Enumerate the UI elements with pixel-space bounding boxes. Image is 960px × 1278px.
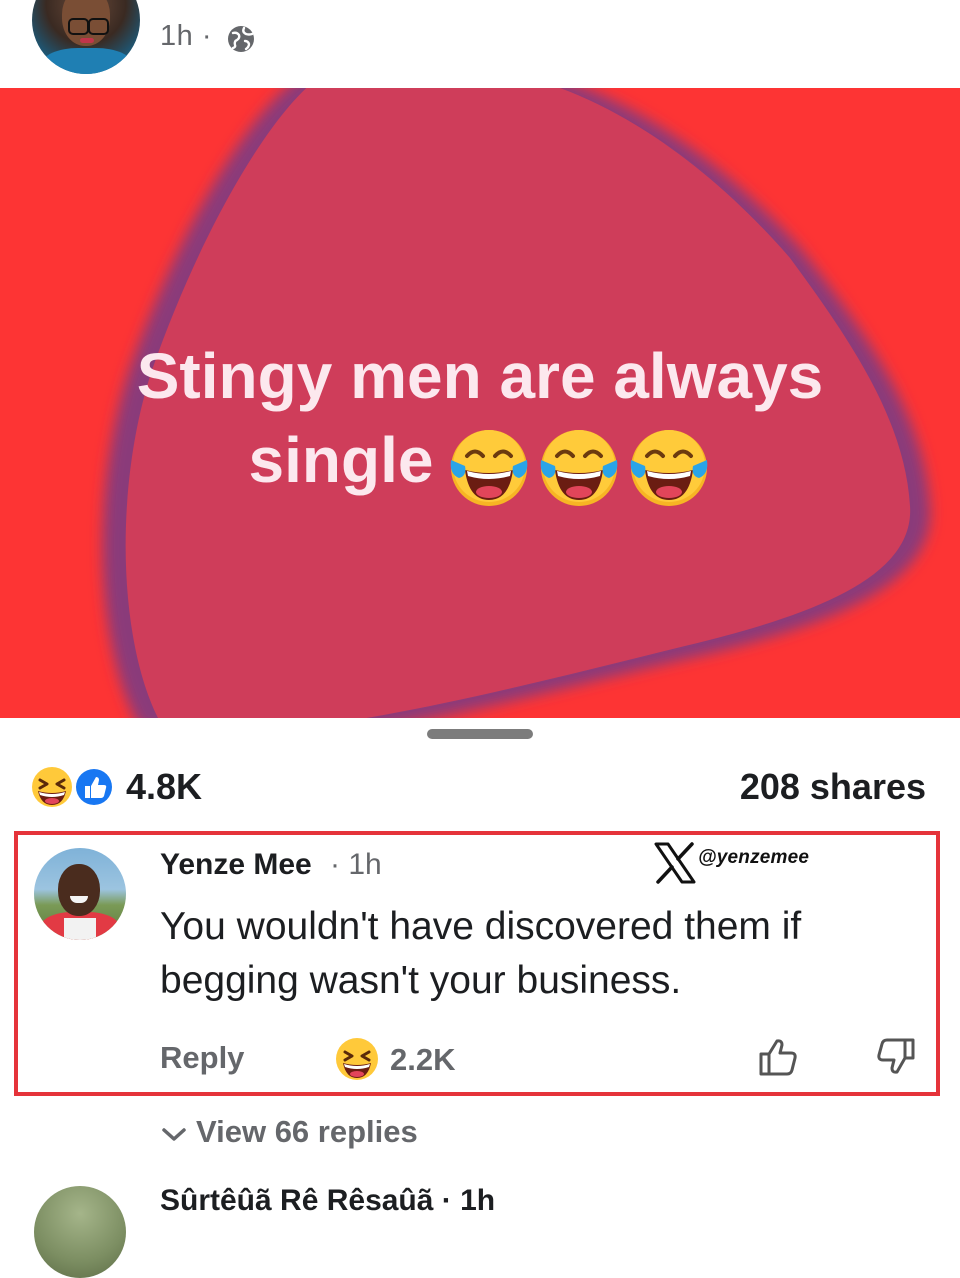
view-replies-label: View 66 replies: [196, 1114, 418, 1149]
commenter-name[interactable]: Yenze Mee: [160, 848, 312, 882]
post-text: Stingy men are always single: [0, 334, 960, 510]
post-text-line-1: Stingy men are always: [136, 340, 824, 412]
post-timestamp: 1h ·: [160, 20, 212, 52]
tears-of-joy-emoji-icon: [541, 429, 618, 506]
view-replies-button[interactable]: View 66 replies: [160, 1114, 418, 1150]
watermark-handle: @yenzemee: [698, 847, 810, 868]
x-logo-icon: [654, 842, 696, 884]
laughing-emojis: [441, 421, 711, 510]
grinning-squinting-face-icon[interactable]: [334, 1036, 380, 1082]
comment-reaction-count[interactable]: 2.2K: [390, 1042, 455, 1078]
thumbs-down-icon[interactable]: [872, 1034, 918, 1080]
globe-icon: [228, 26, 254, 52]
thumbs-up-icon[interactable]: [756, 1034, 802, 1080]
reaction-count[interactable]: 4.8K: [126, 766, 202, 808]
drag-handle[interactable]: [427, 729, 533, 739]
commenter-avatar[interactable]: [34, 848, 126, 940]
share-count[interactable]: 208 shares: [740, 766, 926, 808]
comment-text: You wouldn't have discovered them if beg…: [160, 905, 802, 1002]
reply-button[interactable]: Reply: [160, 1040, 244, 1076]
post-text-line-2: single: [0, 418, 960, 510]
post-image[interactable]: Stingy men are always single: [0, 88, 960, 718]
grinning-squinting-face-icon: [30, 765, 74, 809]
next-commenter-name[interactable]: Sûrtêûã Rê Rêsaûã · 1h: [160, 1184, 495, 1218]
chevron-down-icon: [162, 1128, 186, 1141]
comment-timestamp: · 1h: [330, 848, 382, 881]
like-icon: [73, 766, 115, 808]
post-text-line-2-word: single: [248, 424, 434, 496]
tears-of-joy-emoji-icon: [631, 429, 708, 506]
author-avatar[interactable]: [32, 0, 140, 74]
reaction-icons[interactable]: [28, 764, 120, 810]
post-header: 1h ·: [0, 0, 960, 88]
tears-of-joy-emoji-icon: [451, 429, 528, 506]
